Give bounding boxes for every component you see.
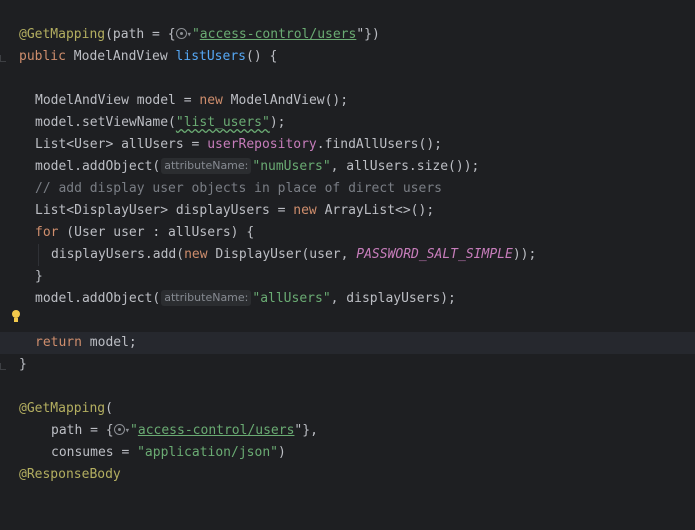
code-text: ModelAndView model = [35,93,200,108]
code-text: model.addObject( [35,159,161,174]
code-content: List<DisplayUser> displayUsers = new Arr… [35,200,434,222]
code-line[interactable]: // add display user objects in place of … [0,178,695,200]
code-text: ModelAndView(); [222,93,349,108]
code-text: List<DisplayUser> displayUsers = [35,203,294,218]
keyword: return [35,335,82,350]
code-text: "}) [356,27,380,42]
code-text: ModelAndView [65,49,176,64]
code-text: } [35,269,43,284]
code-line[interactable]: List<User> allUsers = userRepository.fin… [0,134,695,156]
keyword: for [35,225,59,240]
annotation: @ResponseBody [19,467,121,482]
code-text: , allUsers.size()); [330,159,480,174]
code-content: } [19,354,27,376]
code-content: displayUsers.add(new DisplayUser(user, P… [51,244,536,266]
code-line[interactable]: ModelAndView model = new ModelAndView(); [0,90,695,112]
code-line[interactable]: path = {▾"access-control/users"}, [0,420,695,442]
code-text: ); [269,115,286,130]
code-text: } [19,357,27,372]
string-literal: "numUsers" [252,159,331,174]
web-endpoint-icon[interactable] [113,424,125,435]
code-line[interactable]: public ModelAndView listUsers() { [0,46,695,68]
code-text: model; [81,335,137,350]
code-text: model.addObject( [35,291,161,306]
lightbulb-base [14,318,18,322]
code-text: List<User> allUsers = [35,137,208,152]
current-line[interactable]: return model; [0,332,695,354]
code-content: @ResponseBody [19,464,121,486]
lightbulb-icon[interactable] [11,310,21,323]
keyword: public [19,49,66,64]
code-editor[interactable]: @GetMapping(path = {▾"access-control/use… [0,0,695,482]
code-content: path = {▾"access-control/users"}, [51,420,318,442]
keyword: new [184,247,208,262]
code-content: model.setViewName("list_users"); [35,112,285,134]
code-comment: // add display user objects in place of … [35,181,442,196]
code-line[interactable]: model.setViewName("list_users"); [0,112,695,134]
code-text: " [191,27,200,42]
code-content: // add display user objects in place of … [35,178,442,200]
code-line[interactable]: @ResponseBody [0,464,695,486]
code-line[interactable]: } [0,354,695,376]
code-text: ( [105,401,113,416]
code-text: model.setViewName( [35,115,176,130]
code-content: return model; [35,332,137,354]
code-content: ModelAndView model = new ModelAndView(); [35,90,348,112]
code-content: model.addObject(attributeName: "numUsers"… [35,156,479,178]
keyword: new [199,93,223,108]
constant-reference: PASSWORD_SALT_SIMPLE [356,247,513,262]
code-line[interactable]: model.addObject(attributeName: "allUsers"… [0,288,695,310]
field-reference: userRepository [207,137,317,152]
code-text: DisplayUser(user, [207,247,357,262]
code-content: model.addObject(attributeName: "allUsers"… [35,288,456,310]
string-literal: "list_users" [175,115,270,130]
code-text: consumes = [51,445,138,460]
code-text: ArrayList<>(); [316,203,435,218]
code-content: @GetMapping( [19,398,113,420]
parameter-hint: attributeName: [161,158,252,174]
url-link[interactable]: access-control/users [200,27,357,42]
code-text: .findAllUsers(); [316,137,442,152]
code-line[interactable]: @GetMapping( [0,398,695,420]
code-line[interactable]: consumes = "application/json") [0,442,695,464]
code-text: path = { [51,423,114,438]
code-content: @GetMapping(path = {▾"access-control/use… [19,24,380,46]
code-text: )); [512,247,537,262]
parameter-hint: attributeName: [161,290,252,306]
code-content: public ModelAndView listUsers() { [19,46,277,68]
url-link[interactable]: access-control/users [138,423,295,438]
annotation: @GetMapping [19,401,106,416]
code-text: () { [246,49,278,64]
annotation: @GetMapping [19,27,106,42]
code-content: } [35,266,43,288]
code-line[interactable]: } [0,266,695,288]
code-content: List<User> allUsers = userRepository.fin… [35,134,442,156]
code-text: "}, [294,423,318,438]
indent-guide [38,244,39,266]
code-line[interactable]: displayUsers.add(new DisplayUser(user, P… [0,244,695,266]
code-line[interactable]: List<DisplayUser> displayUsers = new Arr… [0,200,695,222]
code-text: ) [277,445,286,460]
code-text: displayUsers.add( [51,247,185,262]
string-literal: "allUsers" [252,291,331,306]
code-content: for (User user : allUsers) { [35,222,254,244]
keyword: new [293,203,317,218]
web-endpoint-icon[interactable] [175,28,187,39]
code-text: (User user : allUsers) { [58,225,255,240]
string-literal: "application/json" [137,445,278,460]
lightbulb-glass [12,310,20,318]
code-content: consumes = "application/json") [51,442,286,464]
code-line[interactable]: for (User user : allUsers) { [0,222,695,244]
code-text: (path = { [105,27,176,42]
code-line[interactable]: model.addObject(attributeName: "numUsers"… [0,156,695,178]
code-text: " [130,423,138,438]
code-line[interactable]: @GetMapping(path = {▾"access-control/use… [0,24,695,46]
method-name: listUsers [175,49,246,64]
code-text: , displayUsers); [330,291,456,306]
